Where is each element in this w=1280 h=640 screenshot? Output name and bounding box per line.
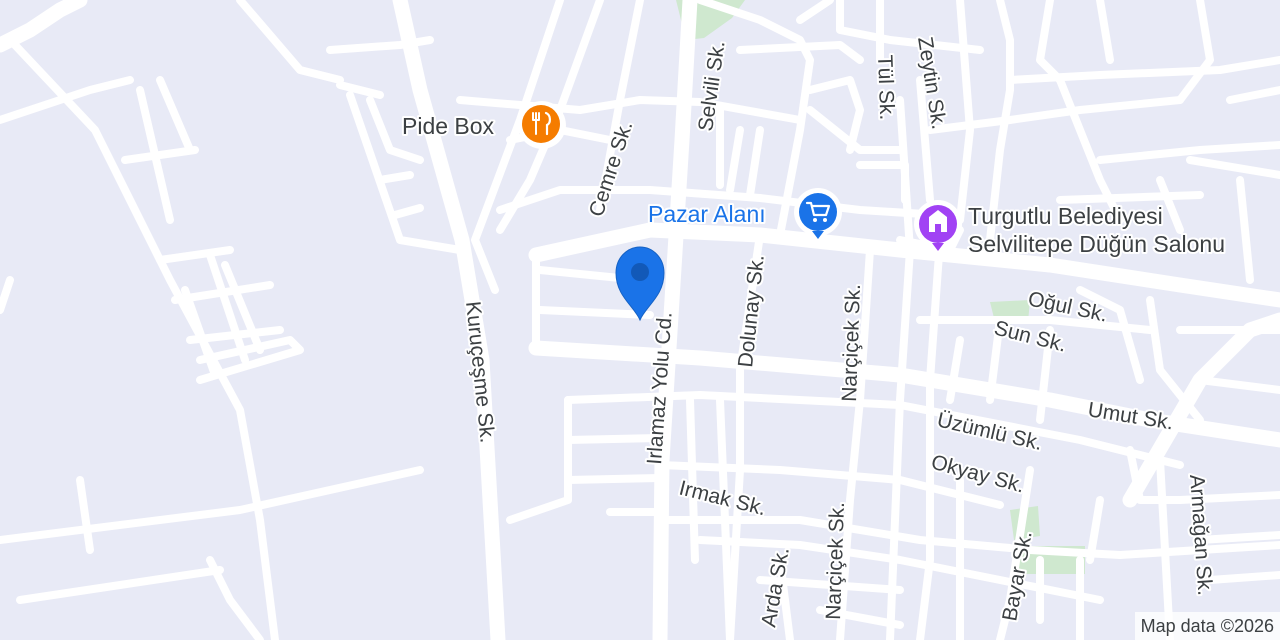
street-label-narcicek: Narçiçek Sk.: [838, 284, 865, 403]
street-label-tul: Tül Sk.: [873, 54, 898, 120]
poi-label-pide-box: Pide Box: [402, 113, 495, 139]
restaurant-icon: [517, 101, 566, 149]
street-label-narcicek-2: Narçiçek Sk.: [822, 502, 849, 621]
poi-label-pazar-alani: Pazar Alanı: [648, 201, 766, 227]
map-view[interactable]: Selvili Sk. Tül Sk. Zeytin Sk. Cemre Sk.…: [0, 0, 1280, 640]
map-canvas[interactable]: Selvili Sk. Tül Sk. Zeytin Sk. Cemre Sk.…: [0, 0, 1280, 640]
poi-label-dugun-salonu-line1: Turgutlu Belediyesi: [968, 203, 1163, 229]
poi-label-dugun-salonu-line2: Selvilitepe Düğün Salonu: [968, 231, 1225, 257]
map-attribution: Map data ©2026: [1134, 612, 1280, 640]
